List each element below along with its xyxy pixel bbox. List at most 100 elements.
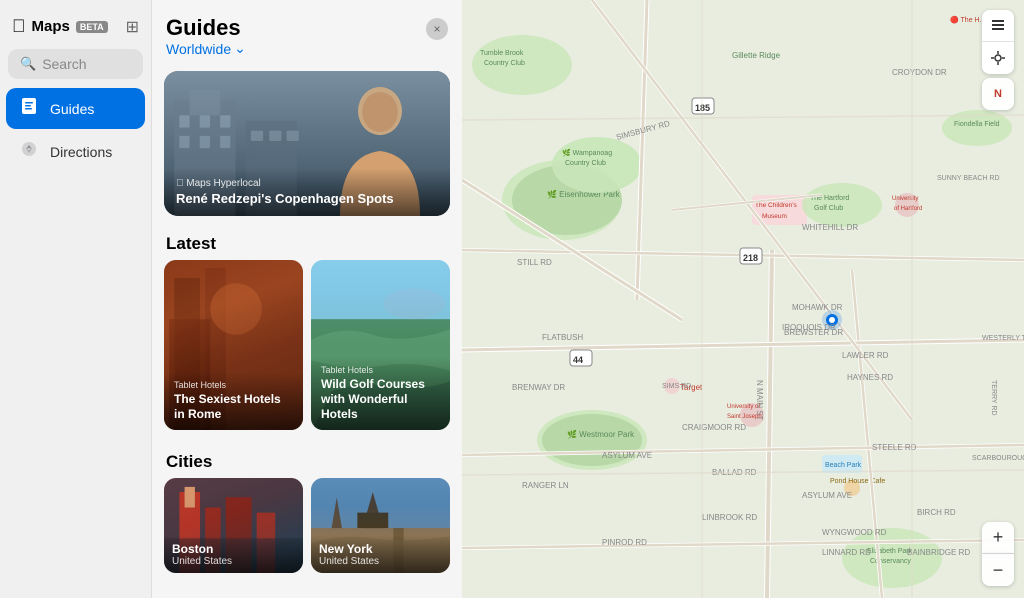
card-overlay-0: Tablet Hotels The Sexiest Hotels in Rome <box>164 372 303 430</box>
svg-text:Gillette Ridge: Gillette Ridge <box>732 51 781 60</box>
zoom-out-button[interactable]: − <box>982 554 1014 586</box>
sidebar:  Maps BETA ⊞ 🔍 Search Guides Direction <box>0 0 152 598</box>
svg-text:N MAIN ST: N MAIN ST <box>755 380 764 421</box>
svg-text:BIRCH RD: BIRCH RD <box>917 508 956 517</box>
card-source-0: Tablet Hotels <box>174 380 293 390</box>
zoom-controls: + − <box>982 522 1014 586</box>
svg-text:TERRY RD: TERRY RD <box>990 380 997 416</box>
apple-maps-icon:  <box>176 178 184 189</box>
svg-text:WESTERLY TERR: WESTERLY TERR <box>982 335 1024 342</box>
newyork-country: United States <box>319 556 442 567</box>
card-source-1: Tablet Hotels <box>321 365 440 375</box>
svg-text:Pond House Cafe: Pond House Cafe <box>830 478 885 485</box>
cities-section-header: Cities <box>152 442 462 478</box>
svg-text:Country Club: Country Club <box>565 160 606 167</box>
city-card-newyork[interactable]: New York United States <box>311 478 450 573</box>
svg-text:CRAIGMOOR RD: CRAIGMOOR RD <box>682 423 746 432</box>
svg-text:BRENWAY DR: BRENWAY DR <box>512 383 565 392</box>
svg-text:44: 44 <box>573 355 583 365</box>
svg-text:BAINBRIDGE RD: BAINBRIDGE RD <box>907 548 970 557</box>
svg-text:🔴 The H...: 🔴 The H... <box>950 15 985 24</box>
city-card-boston[interactable]: Boston United States <box>164 478 303 573</box>
panel-header: Guides Worldwide ⌄ × <box>152 0 462 63</box>
sidebar-item-directions[interactable]: Directions <box>6 131 145 172</box>
zoom-in-button[interactable]: + <box>982 522 1014 554</box>
panel-title: Guides <box>166 16 246 40</box>
svg-text:LAWLER RD: LAWLER RD <box>842 351 889 360</box>
guides-label: Guides <box>50 101 94 117</box>
svg-text:PINROD RD: PINROD RD <box>602 538 647 547</box>
map-view-controls <box>982 10 1014 74</box>
svg-text:RANGER LN: RANGER LN <box>522 481 569 490</box>
search-placeholder-text: Search <box>42 56 86 72</box>
svg-text:WHITEHILL DR: WHITEHILL DR <box>802 223 858 232</box>
panel-title-area: Guides Worldwide ⌄ <box>166 16 246 57</box>
map-controls: N <box>982 10 1014 110</box>
svg-text:LINNARD RD: LINNARD RD <box>822 548 871 557</box>
hero-source:  Maps Hyperlocal <box>176 178 438 189</box>
guides-panel: Guides Worldwide ⌄ × <box>152 0 462 598</box>
svg-text:Fiondella Field: Fiondella Field <box>954 121 1000 128</box>
svg-text:HAYNES RD: HAYNES RD <box>847 373 893 382</box>
search-bar[interactable]: 🔍 Search <box>8 49 143 79</box>
app-name: Maps <box>32 18 70 35</box>
boston-country: United States <box>172 556 295 567</box>
card-title-0: The Sexiest Hotels in Rome <box>174 392 293 422</box>
card-overlay-1: Tablet Hotels Wild Golf Courses with Won… <box>311 357 450 430</box>
beta-badge: BETA <box>76 21 108 33</box>
svg-text:ASYLUM AVE: ASYLUM AVE <box>602 451 652 460</box>
location-button[interactable] <box>982 42 1014 74</box>
svg-text:BREWSTER DR: BREWSTER DR <box>784 328 843 337</box>
svg-text:SIMS RD: SIMS RD <box>662 383 691 390</box>
svg-text:Elizabeth Park: Elizabeth Park <box>867 548 913 555</box>
svg-text:STEELE RD: STEELE RD <box>872 443 917 452</box>
north-indicator: N <box>982 78 1014 110</box>
chevron-down-icon: ⌄ <box>234 40 246 57</box>
svg-text:ASYLUM AVE: ASYLUM AVE <box>802 491 852 500</box>
hero-source-text: Maps <box>186 178 210 189</box>
svg-text:Museum: Museum <box>762 213 787 220</box>
apple-logo-icon:  <box>12 16 26 37</box>
svg-text:CROYDON DR: CROYDON DR <box>892 68 947 77</box>
svg-text:Conservancy: Conservancy <box>870 558 911 565</box>
directions-icon <box>18 139 40 164</box>
latest-card-1[interactable]: Tablet Hotels Wild Golf Courses with Won… <box>311 260 450 430</box>
newyork-name: New York <box>319 542 442 556</box>
hero-title: René Redzepi's Copenhagen Spots <box>176 191 438 207</box>
hero-card[interactable]:  Maps Hyperlocal René Redzepi's Copenha… <box>164 71 450 216</box>
svg-text:Golf Club: Golf Club <box>814 205 843 212</box>
latest-section-header: Latest <box>152 224 462 260</box>
svg-text:LINBROOK RD: LINBROOK RD <box>702 513 757 522</box>
svg-text:SCARBOUROUGH RD: SCARBOUROUGH RD <box>972 455 1024 462</box>
svg-text:University: University <box>892 196 918 202</box>
latest-cards-row: Tablet Hotels The Sexiest Hotels in Rome… <box>152 260 462 442</box>
hero-overlay:  Maps Hyperlocal René Redzepi's Copenha… <box>164 168 450 217</box>
subtitle-text: Worldwide <box>166 41 231 57</box>
map-svg: 🌿 Eisenhower Park 🌿 Westmoor Park Elizab… <box>462 0 1024 598</box>
sidebar-item-guides[interactable]: Guides <box>6 88 145 129</box>
grid-view-button[interactable]: ⊞ <box>126 17 139 37</box>
app-logo-area:  Maps BETA ⊞ <box>0 12 151 49</box>
directions-label: Directions <box>50 144 112 160</box>
svg-text:Country Club: Country Club <box>484 60 525 67</box>
svg-text:Beach Park: Beach Park <box>825 462 862 469</box>
svg-text:MOHAWK DR: MOHAWK DR <box>792 303 843 312</box>
card-title-1: Wild Golf Courses with Wonderful Hotels <box>321 377 440 422</box>
svg-text:of Hartford: of Hartford <box>894 206 922 212</box>
boston-overlay: Boston United States <box>164 536 303 573</box>
svg-text:🌿 Westmoor Park: 🌿 Westmoor Park <box>567 429 635 439</box>
latest-card-0[interactable]: Tablet Hotels The Sexiest Hotels in Rome <box>164 260 303 430</box>
worldwide-filter[interactable]: Worldwide ⌄ <box>166 40 246 57</box>
hero-type: Hyperlocal <box>214 178 261 189</box>
search-icon: 🔍 <box>20 56 36 72</box>
svg-text:The Children's: The Children's <box>755 202 797 209</box>
close-button[interactable]: × <box>426 18 448 40</box>
boston-name: Boston <box>172 542 295 556</box>
svg-text:STILL RD: STILL RD <box>517 258 552 267</box>
map-layers-button[interactable] <box>982 10 1014 42</box>
svg-text:FLATBUSH: FLATBUSH <box>542 333 583 342</box>
svg-text:WYNGWOOD RD: WYNGWOOD RD <box>822 528 887 537</box>
map-area[interactable]: 🌿 Eisenhower Park 🌿 Westmoor Park Elizab… <box>462 0 1024 598</box>
svg-text:Tumble Brook: Tumble Brook <box>480 50 524 57</box>
guides-icon <box>18 96 40 121</box>
